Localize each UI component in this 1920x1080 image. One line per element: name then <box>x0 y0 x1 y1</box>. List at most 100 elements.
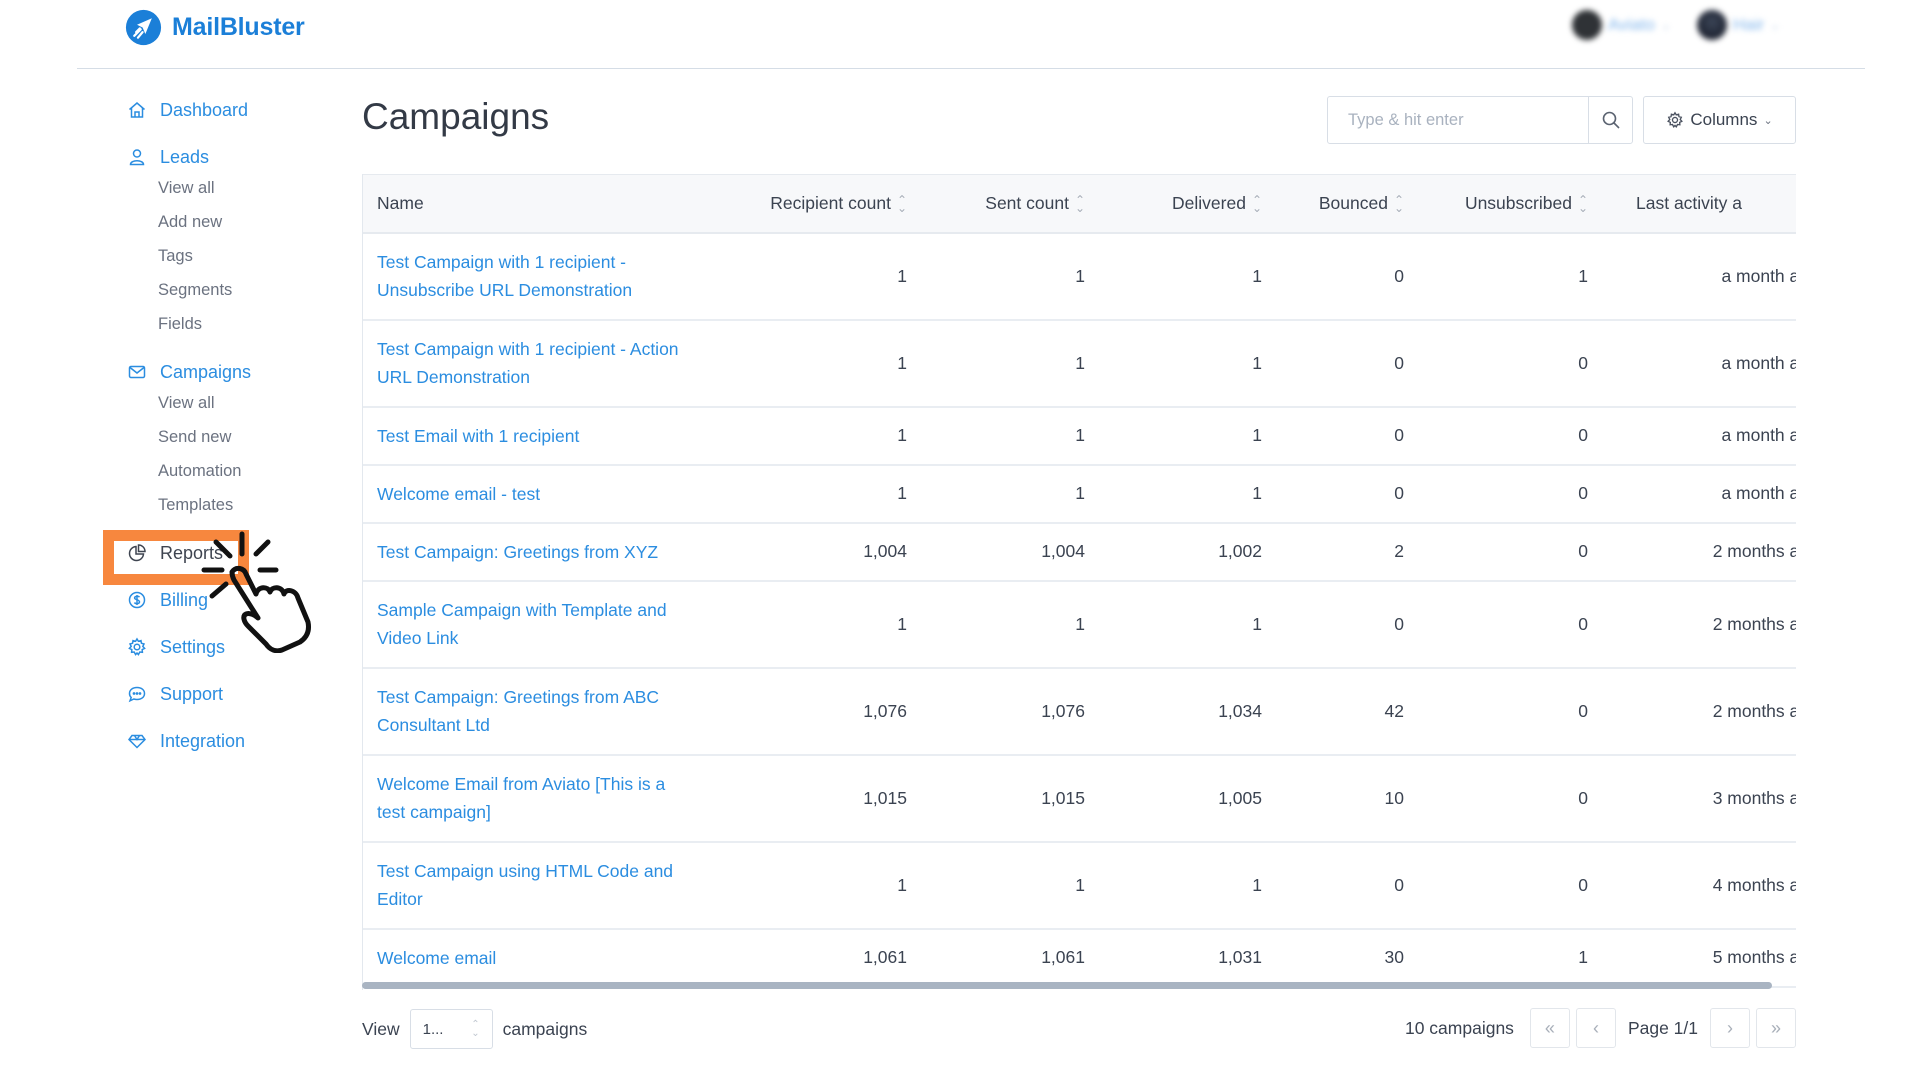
chevron-down-icon: ⌄ <box>1660 18 1672 32</box>
sidebar-subitem-leads-add-new[interactable]: Add new <box>126 205 346 239</box>
table-row[interactable]: Test Campaign with 1 recipient - Action … <box>363 320 1796 407</box>
campaign-name-link[interactable]: Test Campaign: Greetings from XYZ <box>363 523 711 581</box>
table-header-row: Name Recipient count ⌃ ⌄ Sent count ⌃ ⌄ Deli… <box>363 174 1796 233</box>
cell-last-activity: 2 months ag <box>1712 541 1796 561</box>
campaign-name-link[interactable]: Test Email with 1 recipient <box>363 407 711 465</box>
sidebar-item-support[interactable]: Support <box>126 680 346 708</box>
pie-chart-icon <box>126 542 148 564</box>
table-row[interactable]: Test Campaign using HTML Code and Editor… <box>363 842 1796 929</box>
cell-sent-count: 1,004 <box>1041 541 1085 561</box>
brand-logo[interactable]: MailBluster <box>125 9 305 46</box>
sidebar-subitem-templates[interactable]: Templates <box>126 488 346 522</box>
user-avatar <box>1697 10 1727 40</box>
columns-button-label: Columns <box>1690 110 1758 129</box>
table-row[interactable]: Welcome Email from Aviato [This is a tes… <box>363 755 1796 842</box>
sidebar-item-label: Reports <box>160 542 224 563</box>
aviato-avatar <box>1572 10 1602 40</box>
sidebar-subitem-leads-view-all[interactable]: View all <box>126 171 346 205</box>
user-menu[interactable]: Hair ⌄ <box>1697 10 1780 40</box>
horizontal-scrollbar[interactable] <box>362 982 1772 989</box>
campaign-name-link[interactable]: Welcome email <box>363 929 711 987</box>
column-header-bounced[interactable]: Bounced ⌃ ⌄ <box>1276 175 1418 233</box>
cell-delivered: 1 <box>1252 425 1262 445</box>
gear-icon <box>126 636 148 658</box>
per-page-select[interactable]: 1... ⌃ ⌄ <box>409 1009 493 1049</box>
campaign-name-link[interactable]: Welcome email - test <box>363 465 711 523</box>
sidebar-subitem-segments[interactable]: Segments <box>126 273 346 307</box>
cell-bounced: 0 <box>1394 352 1404 373</box>
column-header-unsubscribed[interactable]: Unsubscribed ⌃ ⌄ <box>1418 175 1602 233</box>
cell-delivered: 1 <box>1252 613 1262 634</box>
page-indicator: Page 1/1 <box>1627 1017 1698 1038</box>
search-button[interactable] <box>1588 97 1632 143</box>
next-page-button[interactable]: › <box>1710 1008 1750 1048</box>
campaign-name-link[interactable]: Test Campaign with 1 recipient - Unsubsc… <box>363 233 711 320</box>
cell-sent-count: 1 <box>1075 265 1085 286</box>
sidebar-subitem-automation[interactable]: Automation <box>126 454 346 488</box>
table-row[interactable]: Test Campaign with 1 recipient - Unsubsc… <box>363 233 1796 320</box>
first-page-button[interactable]: « <box>1529 1008 1570 1048</box>
sidebar-subitem-fields[interactable]: Fields <box>126 307 346 341</box>
cell-bounced: 0 <box>1394 483 1404 503</box>
table-row[interactable]: Welcome email - test 1 1 1 0 0 a month ag <box>363 465 1796 523</box>
column-header-name[interactable]: Name <box>363 175 711 233</box>
user-icon <box>126 146 148 168</box>
search-input[interactable] <box>1328 97 1588 143</box>
table-row[interactable]: Sample Campaign with Template and Video … <box>363 581 1796 668</box>
sidebar-item-leads[interactable]: Leads <box>126 143 346 171</box>
sidebar-subitem-send-new[interactable]: Send new <box>126 420 346 454</box>
cell-unsubscribed: 0 <box>1578 613 1588 634</box>
campaign-name-link[interactable]: Welcome Email from Aviato [This is a tes… <box>363 755 711 842</box>
cell-sent-count: 1,015 <box>1041 787 1085 808</box>
last-page-button[interactable]: » <box>1756 1008 1796 1048</box>
column-header-sent-count[interactable]: Sent count ⌃ ⌄ <box>921 175 1099 233</box>
cell-recipient-count: 1 <box>897 483 907 503</box>
sidebar-item-reports[interactable]: Reports <box>126 539 346 567</box>
campaign-name-link[interactable]: Sample Campaign with Template and Video … <box>363 581 711 668</box>
cell-unsubscribed: 0 <box>1578 874 1588 895</box>
table-row[interactable]: Test Campaign: Greetings from XYZ 1,004 1,… <box>363 523 1796 581</box>
sidebar-item-label: Leads <box>160 146 210 167</box>
cell-unsubscribed: 0 <box>1578 787 1588 808</box>
prev-page-button[interactable]: ‹ <box>1575 1008 1616 1048</box>
table-row[interactable]: Test Campaign: Greetings from ABC Consul… <box>363 668 1796 755</box>
column-header-recipient-count[interactable]: Recipient count ⌃ ⌄ <box>711 175 921 233</box>
chevron-down-icon: ⌄ <box>1763 114 1773 127</box>
sidebar-item-integration[interactable]: Integration <box>126 727 346 755</box>
column-header-last-activity[interactable]: Last activity a <box>1602 175 1796 233</box>
sidebar-item-dashboard[interactable]: Dashboard <box>126 96 346 124</box>
account-switcher[interactable]: Aviato ⌄ <box>1572 10 1671 40</box>
cell-unsubscribed: 1 <box>1578 265 1588 286</box>
page-title: Campaigns <box>362 96 550 137</box>
table-row[interactable]: Welcome email 1,061 1,061 1,031 30 1 5 months … <box>363 929 1796 987</box>
double-chevron-right-icon: » <box>1770 1017 1781 1038</box>
cell-last-activity: 2 months ag <box>1712 700 1796 721</box>
sidebar-item-billing[interactable]: Billing <box>126 586 346 614</box>
sidebar-subitem-campaigns-view-all[interactable]: View all <box>126 386 346 420</box>
campaign-name-link[interactable]: Test Campaign: Greetings from ABC Consul… <box>363 668 711 755</box>
envelope-icon <box>126 361 148 383</box>
cell-delivered: 1 <box>1252 352 1262 373</box>
sidebar-item-settings[interactable]: Settings <box>126 633 346 661</box>
campaigns-table: Name Recipient count ⌃ ⌄ Sent count ⌃ ⌄ Deli… <box>362 174 1796 990</box>
cell-bounced: 0 <box>1394 613 1404 634</box>
columns-button[interactable]: Columns ⌄ <box>1643 96 1796 144</box>
chat-bubble-icon <box>126 683 148 705</box>
cell-bounced: 30 <box>1384 947 1404 967</box>
cell-delivered: 1,034 <box>1218 700 1262 721</box>
column-header-delivered[interactable]: Delivered ⌃ ⌄ <box>1099 175 1276 233</box>
cell-unsubscribed: 0 <box>1578 541 1588 561</box>
cell-delivered: 1,005 <box>1218 787 1262 808</box>
dollar-circle-icon <box>126 589 148 611</box>
campaign-name-link[interactable]: Test Campaign with 1 recipient - Action … <box>363 320 711 407</box>
cell-unsubscribed: 0 <box>1578 483 1588 503</box>
campaign-name-link[interactable]: Test Campaign using HTML Code and Editor <box>363 842 711 929</box>
chevron-right-icon: › <box>1727 1017 1733 1038</box>
home-icon <box>126 99 148 121</box>
table-row[interactable]: Test Email with 1 recipient 1 1 1 0 0 a month … <box>363 407 1796 465</box>
sidebar-subitem-tags[interactable]: Tags <box>126 239 346 273</box>
cell-recipient-count: 1 <box>897 874 907 895</box>
sidebar-item-campaigns[interactable]: Campaigns <box>126 358 346 386</box>
cell-bounced: 2 <box>1394 541 1404 561</box>
total-count: 10 campaigns <box>1404 1017 1514 1038</box>
